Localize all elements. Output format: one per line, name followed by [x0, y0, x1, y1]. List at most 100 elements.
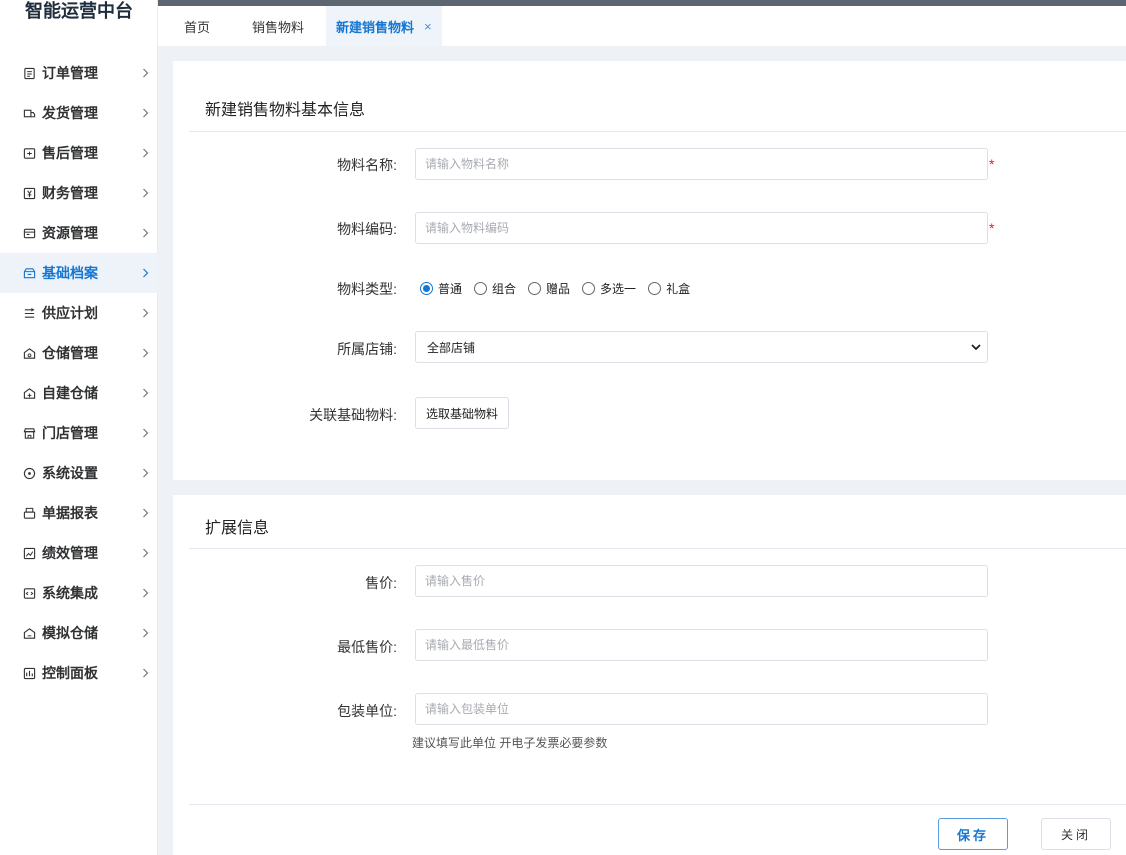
- divider: [189, 548, 1126, 549]
- store-label: 所属店铺:: [337, 341, 397, 357]
- chevron-right-icon: [140, 225, 150, 241]
- sidebar-item-label: 控制面板: [42, 665, 98, 681]
- radio-gift[interactable]: 赠品: [528, 280, 570, 297]
- sidebar-item-finance[interactable]: 财务管理: [0, 173, 158, 213]
- store-select[interactable]: 全部店铺: [415, 331, 988, 363]
- sidebar-item-order[interactable]: 订单管理: [0, 53, 158, 93]
- package-unit-hint: 建议填写此单位 开电子发票必要参数: [412, 736, 608, 750]
- material-type-label: 物料类型:: [337, 281, 397, 297]
- simulate-icon: [22, 626, 36, 640]
- radio-unchecked-icon: [528, 282, 542, 295]
- tab-new-sales-material[interactable]: 新建销售物料 ×: [326, 6, 442, 46]
- extended-info-card: [173, 495, 1126, 855]
- radio-gift-box[interactable]: 礼盒: [648, 280, 690, 297]
- report-icon: [22, 506, 36, 520]
- close-icon[interactable]: ×: [424, 19, 432, 34]
- radio-label: 赠品: [546, 282, 571, 296]
- footer-divider: [189, 804, 1126, 805]
- chevron-right-icon: [140, 105, 150, 121]
- section-title-basic: 新建销售物料基本信息: [205, 102, 366, 119]
- required-mark: *: [989, 156, 995, 172]
- radio-combo[interactable]: 组合: [474, 280, 516, 297]
- radio-normal[interactable]: 普通: [420, 280, 462, 297]
- sidebar-item-label: 订单管理: [42, 65, 98, 81]
- material-code-label: 物料编码:: [337, 221, 397, 237]
- archive-icon: [22, 266, 36, 280]
- sidebar-item-label: 资源管理: [42, 225, 98, 241]
- sidebar-item-performance[interactable]: 绩效管理: [0, 533, 158, 573]
- price-label: 售价:: [365, 575, 397, 591]
- material-code-input[interactable]: [415, 212, 988, 244]
- tab-bar: 首页 销售物料 新建销售物料 ×: [158, 6, 1126, 46]
- sidebar-item-label: 模拟仓储: [42, 625, 98, 641]
- min-price-input[interactable]: [415, 629, 988, 661]
- chevron-right-icon: [140, 345, 150, 361]
- aftersale-icon: [22, 146, 36, 160]
- tab-label: 销售物料: [252, 19, 305, 35]
- sidebar-item-simulate[interactable]: 模拟仓储: [0, 613, 158, 653]
- sidebar-item-label: 门店管理: [42, 425, 98, 441]
- tab-label: 首页: [184, 19, 211, 35]
- delivery-icon: [22, 106, 36, 120]
- material-name-label: 物料名称:: [337, 157, 397, 173]
- chevron-down-icon: [969, 340, 983, 354]
- chevron-right-icon: [140, 425, 150, 441]
- tab-sales-material[interactable]: 销售物料: [222, 6, 326, 46]
- sidebar-menu: 订单管理 发货管理 售后管理 财务管理 资源管理 基础档案 供应计划 仓储管理 …: [0, 53, 158, 693]
- chevron-right-icon: [140, 265, 150, 281]
- performance-icon: [22, 546, 36, 560]
- chevron-right-icon: [140, 585, 150, 601]
- warehouse-icon: [22, 346, 36, 360]
- chevron-right-icon: [140, 385, 150, 401]
- sidebar-item-dashboard[interactable]: 控制面板: [0, 653, 158, 693]
- sidebar-item-supply[interactable]: 供应计划: [0, 293, 158, 333]
- chevron-right-icon: [140, 545, 150, 561]
- sidebar-item-label: 售后管理: [42, 145, 98, 161]
- radio-unchecked-icon: [474, 282, 488, 295]
- sidebar: 智能运营中台 订单管理 发货管理 售后管理 财务管理 资源管理 基础档案 供应计…: [0, 0, 158, 855]
- sidebar-item-store[interactable]: 门店管理: [0, 413, 158, 453]
- supply-icon: [22, 306, 36, 320]
- package-unit-input[interactable]: [415, 693, 988, 725]
- material-name-input[interactable]: [415, 148, 988, 180]
- chevron-right-icon: [140, 625, 150, 641]
- settings-icon: [22, 466, 36, 480]
- sidebar-item-self-warehouse[interactable]: 自建仓储: [0, 373, 158, 413]
- chevron-right-icon: [140, 465, 150, 481]
- radio-label: 普通: [438, 282, 463, 296]
- radio-label: 组合: [492, 282, 517, 296]
- sidebar-item-report[interactable]: 单据报表: [0, 493, 158, 533]
- sidebar-item-delivery[interactable]: 发货管理: [0, 93, 158, 133]
- sidebar-item-label: 仓储管理: [42, 345, 98, 361]
- self-warehouse-icon: [22, 386, 36, 400]
- price-input[interactable]: [415, 565, 988, 597]
- sidebar-item-label: 单据报表: [42, 505, 98, 521]
- sidebar-item-archive[interactable]: 基础档案: [0, 253, 158, 293]
- radio-label: 多选一: [600, 282, 637, 296]
- chevron-right-icon: [140, 665, 150, 681]
- sidebar-item-resource[interactable]: 资源管理: [0, 213, 158, 253]
- tab-label: 新建销售物料: [336, 19, 415, 35]
- finance-icon: [22, 186, 36, 200]
- save-button[interactable]: 保存: [938, 818, 1008, 850]
- sidebar-item-label: 发货管理: [42, 105, 98, 121]
- required-mark: *: [989, 220, 995, 236]
- divider: [189, 131, 1126, 132]
- sidebar-item-settings[interactable]: 系统设置: [0, 453, 158, 493]
- chevron-right-icon: [140, 65, 150, 81]
- radio-choose-one[interactable]: 多选一: [582, 280, 636, 297]
- sidebar-item-integration[interactable]: 系统集成: [0, 573, 158, 613]
- sidebar-item-label: 系统设置: [42, 465, 98, 481]
- tab-home[interactable]: 首页: [172, 6, 222, 46]
- sidebar-item-label: 财务管理: [42, 185, 98, 201]
- store-select-value: 全部店铺: [427, 340, 476, 355]
- sidebar-item-warehouse[interactable]: 仓储管理: [0, 333, 158, 373]
- radio-unchecked-icon: [582, 282, 596, 295]
- sidebar-item-aftersale[interactable]: 售后管理: [0, 133, 158, 173]
- section-title-extended: 扩展信息: [205, 520, 270, 537]
- radio-label: 礼盒: [666, 282, 691, 296]
- sidebar-item-label: 基础档案: [42, 265, 98, 281]
- chevron-right-icon: [140, 305, 150, 321]
- close-button[interactable]: 关闭: [1041, 818, 1111, 850]
- select-base-material-button[interactable]: 选取基础物料: [415, 397, 509, 429]
